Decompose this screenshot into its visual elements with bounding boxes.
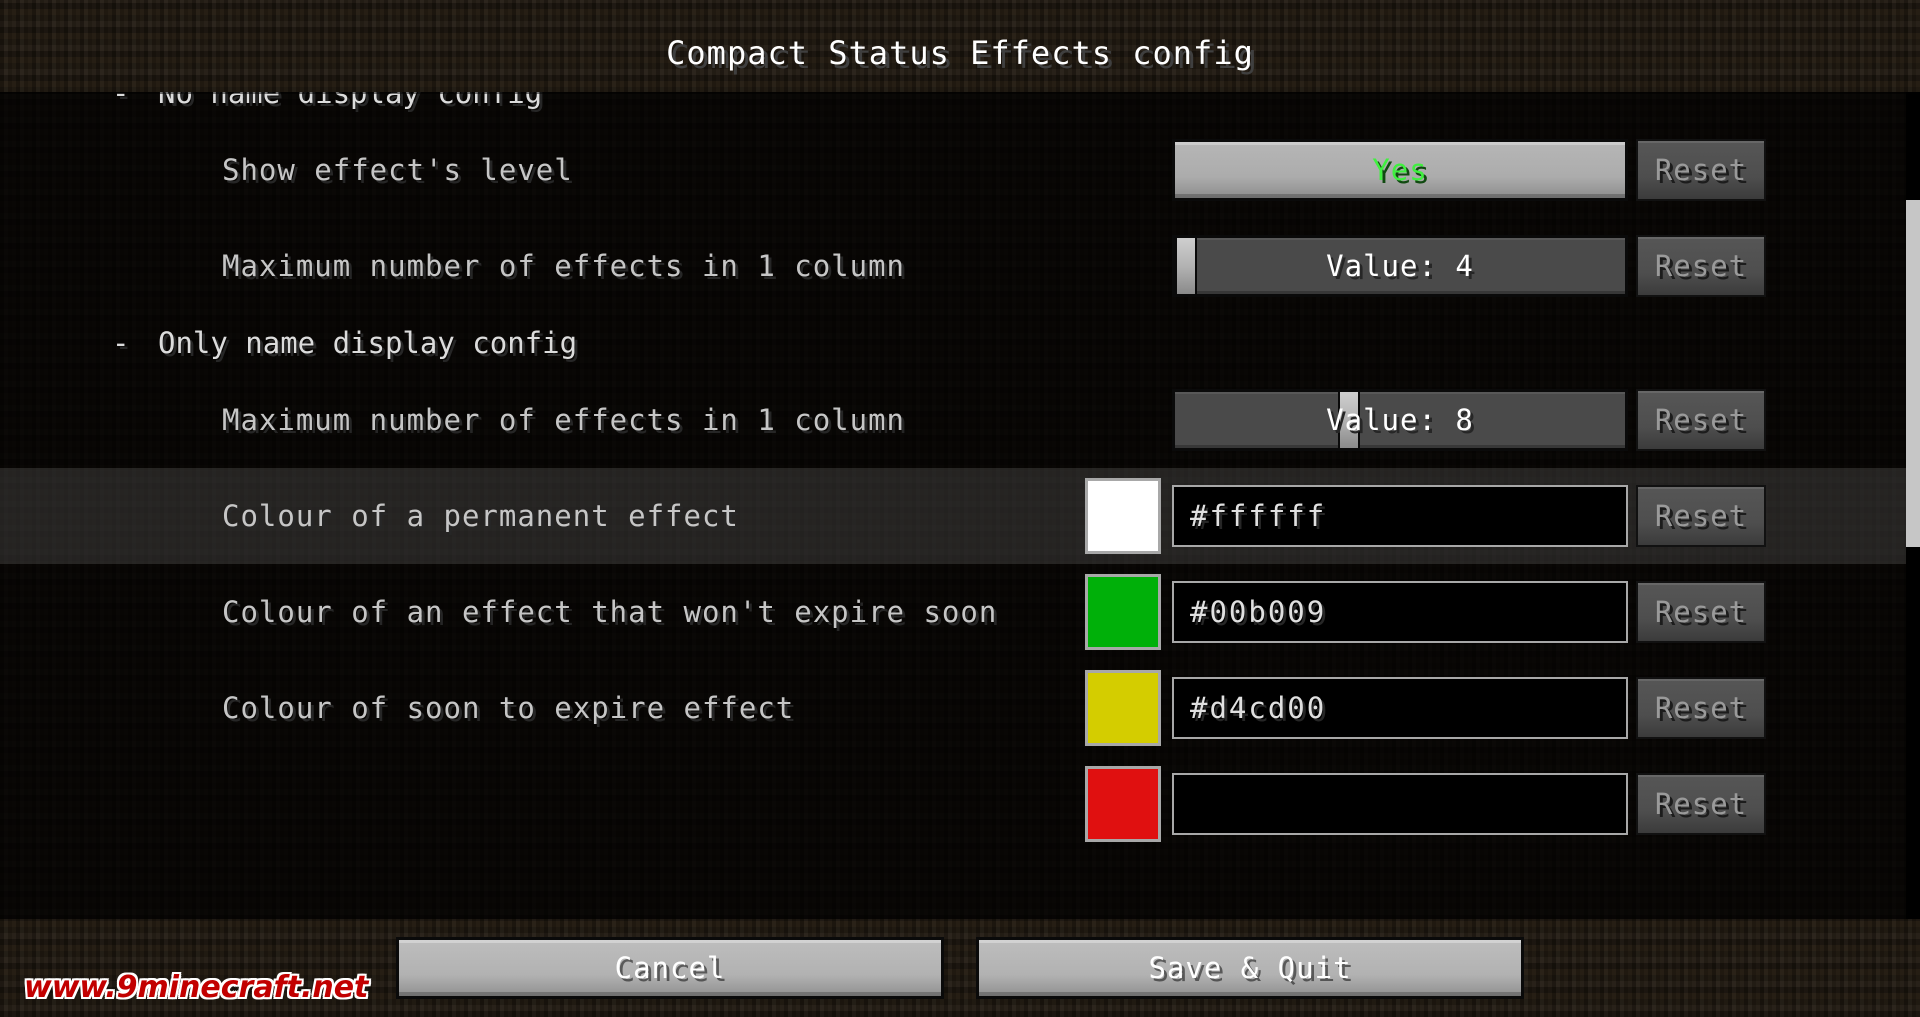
config-option-row[interactable]: Maximum number of effects in 1 column Val… [0,218,1920,314]
reset-button-label: Reset [1654,787,1748,821]
reset-button[interactable]: Reset [1636,581,1766,643]
value-slider[interactable]: Value: 4 [1172,235,1628,297]
config-category-row[interactable]: - Only name display config [0,314,1920,372]
reset-button-label: Reset [1654,249,1748,283]
colour-swatch[interactable] [1085,478,1161,554]
config-option-label: Colour of a permanent effect [222,499,739,533]
config-option-label: Colour of an effect that won't expire so… [222,595,998,629]
config-option-row[interactable]: Colour of soon to expire effect #d4cd00 Re… [0,660,1920,756]
config-option-list[interactable]: - No name display config Show effect's lev… [0,92,1920,919]
list-top-divider [0,92,1920,94]
toggle-value-button[interactable]: Yes [1172,139,1628,201]
save-and-quit-button-label: Save & Quit [1148,951,1352,985]
reset-button[interactable]: Reset [1636,485,1766,547]
config-option-row[interactable]: Maximum number of effects in 1 column Val… [0,372,1920,468]
slider-value-label: Value: 8 [1326,403,1474,437]
colour-hex-input[interactable]: #d4cd00 [1172,677,1628,739]
colour-swatch[interactable] [1085,574,1161,650]
config-option-label: Colour of soon to expire effect [222,691,795,725]
slider-handle[interactable] [1175,238,1197,294]
reset-button[interactable]: Reset [1636,139,1766,201]
config-option-row[interactable]: Show effect's level Yes Reset [0,122,1920,218]
toggle-value-label: Yes [1372,153,1428,187]
slider-value-label: Value: 4 [1326,249,1474,283]
config-option-label: Show effect's level [222,153,573,187]
screen-footer: Cancel Save & Quit www.9minecraft.net [0,919,1920,1017]
config-option-label: Maximum number of effects in 1 column [222,403,906,437]
colour-hex-value: #00b009 [1190,595,1327,629]
reset-button[interactable]: Reset [1636,677,1766,739]
page-title: Compact Status Effects config [666,34,1254,72]
config-option-label: Maximum number of effects in 1 column [222,249,906,283]
reset-button-label: Reset [1654,153,1748,187]
scrollbar-track[interactable] [1906,92,1920,919]
category-label: Only name display config [158,326,578,360]
config-option-row[interactable]: Colour of a permanent effect #ffffff Reset [0,468,1920,564]
colour-hex-value: #ffffff [1190,499,1327,533]
config-option-list-inner: - No name display config Show effect's lev… [0,92,1920,852]
colour-hex-input[interactable]: #00b009 [1172,581,1628,643]
config-option-row[interactable]: Colour of an effect that won't expire so… [0,564,1920,660]
colour-swatch[interactable] [1085,766,1161,842]
save-and-quit-button[interactable]: Save & Quit [976,937,1524,999]
colour-hex-input[interactable] [1172,773,1628,835]
colour-hex-value: #d4cd00 [1190,691,1327,725]
cancel-button-label: Cancel [614,951,726,985]
category-collapse-toggle-icon[interactable]: - [112,92,129,110]
minecraft-config-screen: Compact Status Effects config - No name d… [0,0,1920,1017]
config-option-row[interactable]: Reset [0,756,1920,852]
scrollbar-thumb[interactable] [1906,199,1920,547]
reset-button-label: Reset [1654,499,1748,533]
colour-swatch[interactable] [1085,670,1161,746]
config-category-row[interactable]: - No name display config [0,92,1920,122]
category-collapse-toggle-icon[interactable]: - [112,326,129,360]
reset-button-label: Reset [1654,403,1748,437]
reset-button[interactable]: Reset [1636,235,1766,297]
reset-button[interactable]: Reset [1636,773,1766,835]
category-label: No name display config [158,92,543,110]
cancel-button[interactable]: Cancel [396,937,944,999]
reset-button[interactable]: Reset [1636,389,1766,451]
site-watermark: www.9minecraft.net [24,970,369,1005]
colour-hex-input[interactable]: #ffffff [1172,485,1628,547]
value-slider[interactable]: Value: 8 [1172,389,1628,451]
reset-button-label: Reset [1654,691,1748,725]
reset-button-label: Reset [1654,595,1748,629]
screen-header: Compact Status Effects config [0,0,1920,92]
